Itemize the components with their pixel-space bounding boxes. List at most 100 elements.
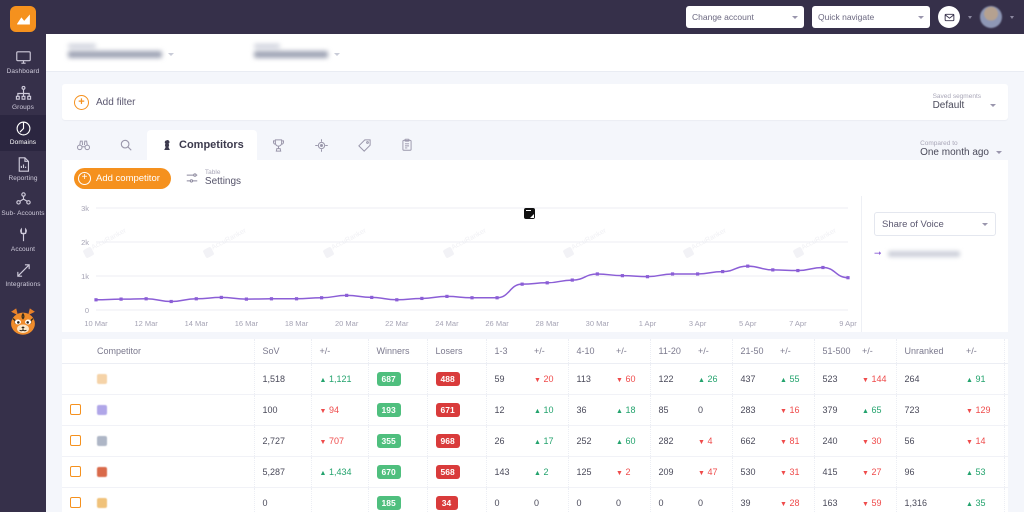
- rank-21-50-cell: 283: [732, 394, 772, 426]
- rank-1-3-cell: 12: [486, 394, 526, 426]
- sidebar-item-dashboard[interactable]: Dashboard: [0, 44, 46, 80]
- table-row[interactable]: 1,518 ▲ 1,121 687 488 59 ▼ 20 113 ▼ 60 122 ▲ 26 43…: [62, 363, 1008, 395]
- th-rank-11-20-delta[interactable]: +/-: [690, 339, 733, 364]
- tab-tags[interactable]: [343, 130, 386, 160]
- sidebar-item-integrations[interactable]: Integrations: [0, 257, 46, 293]
- losers-badge: 488: [435, 372, 460, 386]
- rank-11-20-cell: 209: [650, 456, 690, 488]
- breadcrumb-domain-redacted[interactable]: [254, 44, 328, 58]
- unranked-cell: 56: [896, 425, 958, 457]
- table-row[interactable]: 100 ▼ 94 193 671 12 ▲ 10 36 ▲ 18 85 0 283 ▼ 16 379 ▲ …: [62, 394, 1008, 426]
- row-checkbox[interactable]: [70, 434, 81, 446]
- rank-4-10-delta-cell: ▼ 60: [608, 363, 651, 395]
- competitor-cell[interactable]: [89, 456, 255, 488]
- th-sov-delta[interactable]: +/-: [311, 339, 369, 364]
- compared-to-select[interactable]: Compared to One month ago: [920, 140, 1002, 158]
- quick-navigate-select[interactable]: Quick navigate: [812, 6, 930, 28]
- chart-legend-item[interactable]: ➞: [874, 248, 996, 259]
- row-select-cell[interactable]: [62, 363, 89, 395]
- note-icon[interactable]: [524, 208, 535, 219]
- sidebar-item-label: Reporting: [8, 174, 38, 182]
- table-row[interactable]: 5,287 ▲ 1,434 670 568 143 ▲ 2 125 ▼ 2 209 ▼ 47 530…: [62, 456, 1008, 488]
- row-actions-cell[interactable]: [1004, 456, 1008, 488]
- x-axis-tick-label: 5 Apr: [739, 319, 757, 328]
- tab-overview[interactable]: [62, 130, 105, 160]
- th-competitor[interactable]: Competitor: [89, 339, 255, 364]
- table-row[interactable]: 2,727 ▼ 707 355 968 26 ▲ 17 252 ▲ 60 282 ▼ 4 662 ▼ …: [62, 425, 1008, 457]
- competitor-cell[interactable]: [89, 394, 255, 426]
- plus-circle-icon: +: [74, 94, 89, 110]
- change-account-select[interactable]: Change account: [686, 6, 804, 28]
- rank-21-50-delta-cell: ▼ 16: [772, 394, 815, 426]
- th-rank-21-50-delta[interactable]: +/-: [772, 339, 815, 364]
- row-actions-cell[interactable]: [1004, 394, 1008, 426]
- accuranker-logo-icon[interactable]: [10, 6, 36, 32]
- table-settings-button[interactable]: Table Settings: [185, 169, 241, 187]
- down-arrow-icon: ▼: [966, 408, 973, 415]
- row-select-cell[interactable]: [62, 394, 89, 426]
- add-competitor-button[interactable]: + Add competitor: [74, 167, 171, 189]
- row-checkbox[interactable]: [70, 403, 81, 415]
- metric-select[interactable]: Share of Voice: [874, 212, 996, 236]
- sov-cell: 5,287: [254, 456, 312, 488]
- binoculars-icon: [77, 140, 90, 150]
- chart-data-point: [570, 278, 574, 282]
- sidebar-nav: Dashboard Groups Domains Reporting Sub- …: [0, 44, 46, 293]
- breadcrumb-group-chevron-down-icon[interactable]: [168, 53, 174, 56]
- tab-notes[interactable]: [386, 130, 428, 160]
- losers-cell: 671: [427, 394, 487, 426]
- sidebar-item-account[interactable]: Account: [0, 222, 46, 258]
- th-unranked[interactable]: Unranked: [896, 339, 958, 364]
- saved-segments-select[interactable]: Saved segments Default: [933, 93, 996, 111]
- competitor-cell[interactable]: [89, 487, 255, 512]
- table-row[interactable]: 0 185 34 0 0 0 0 0 0 39 ▼ 28 163 ▼ 59 1,316 ▲ 35: [62, 487, 1008, 512]
- down-arrow-icon: ▼: [534, 377, 541, 384]
- th-winners[interactable]: Winners: [368, 339, 428, 364]
- row-select-cell[interactable]: [62, 487, 89, 512]
- sidebar-item-groups[interactable]: Groups: [0, 80, 46, 116]
- tab-rankings[interactable]: [257, 130, 300, 160]
- th-rank-21-50[interactable]: 21-50: [732, 339, 772, 364]
- th-rank-51-500-delta[interactable]: +/-: [854, 339, 897, 364]
- tab-landing-pages[interactable]: [300, 130, 343, 160]
- th-unranked-delta[interactable]: +/-: [958, 339, 1005, 364]
- th-rank-1-3-delta[interactable]: +/-: [526, 339, 569, 364]
- breadcrumb-domain-chevron-down-icon[interactable]: [334, 53, 340, 56]
- row-checkbox[interactable]: [70, 465, 81, 477]
- th-rank-1-3[interactable]: 1-3: [486, 339, 526, 364]
- share-of-voice-chart[interactable]: AccuRanker AccuRanker AccuRanker AccuRan…: [62, 196, 861, 332]
- row-select-cell[interactable]: [62, 456, 89, 488]
- sidebar-item-domains[interactable]: Domains: [0, 115, 46, 151]
- add-filter-button[interactable]: + Add filter: [74, 94, 135, 110]
- competitor-cell[interactable]: [89, 363, 255, 395]
- rank-51-500-cell: 163: [814, 487, 854, 512]
- favicon-icon: [97, 374, 107, 384]
- x-axis-tick-label: 26 Mar: [485, 319, 509, 328]
- th-rank-11-20[interactable]: 11-20: [650, 339, 690, 364]
- row-actions-cell[interactable]: [1004, 425, 1008, 457]
- sidebar-item-reporting[interactable]: Reporting: [0, 151, 46, 187]
- th-rank-51-500[interactable]: 51-500: [814, 339, 854, 364]
- competitor-cell[interactable]: [89, 425, 255, 457]
- breadcrumb-group-redacted[interactable]: [68, 44, 162, 58]
- th-rank-4-10[interactable]: 4-10: [568, 339, 608, 364]
- th-sov[interactable]: SoV: [254, 339, 312, 364]
- chart-data-point: [119, 297, 123, 301]
- chart-data-point: [420, 296, 424, 301]
- row-actions-cell[interactable]: [1004, 363, 1008, 395]
- avatar-chevron-down-icon[interactable]: [1010, 15, 1014, 19]
- mail-chevron-down-icon[interactable]: [968, 15, 972, 19]
- tab-keywords[interactable]: [105, 130, 147, 160]
- row-select-cell[interactable]: [62, 425, 89, 457]
- mail-button[interactable]: [938, 6, 960, 28]
- tab-competitors[interactable]: Competitors: [147, 130, 257, 160]
- th-rank-4-10-delta[interactable]: +/-: [608, 339, 651, 364]
- losers-badge: 671: [435, 403, 460, 417]
- sidebar-item-sub-accounts[interactable]: Sub- Accounts: [0, 186, 46, 222]
- sov-delta-cell: ▲ 1,121: [311, 363, 369, 395]
- row-checkbox[interactable]: [70, 496, 81, 508]
- th-losers[interactable]: Losers: [427, 339, 487, 364]
- avatar[interactable]: [980, 6, 1002, 28]
- th-select[interactable]: [62, 339, 89, 364]
- row-actions-cell[interactable]: [1004, 487, 1008, 512]
